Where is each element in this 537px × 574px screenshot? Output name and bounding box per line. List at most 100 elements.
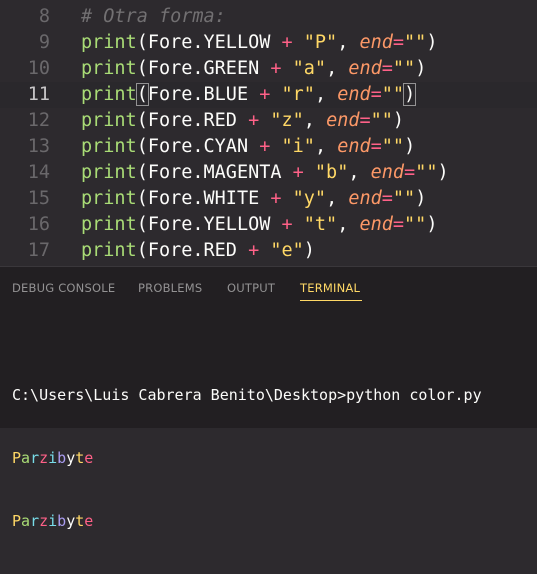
code-line[interactable]: 11 print(Fore.BLUE + "r", end="") (0, 82, 537, 108)
output-char: e (84, 512, 94, 530)
code-token: + (248, 110, 260, 131)
code-token: "i" (270, 136, 315, 157)
code-token: , (326, 58, 349, 79)
code-token: = (359, 110, 371, 131)
code-token: + (292, 162, 304, 183)
code-token: "b" (303, 162, 349, 183)
code-token: "" (381, 136, 405, 157)
code-token: "z" (259, 110, 304, 131)
output-char: a (21, 512, 31, 530)
output-char: a (21, 449, 31, 467)
terminal-output-line: Parzibyte (12, 448, 482, 469)
code-token: end (370, 162, 405, 183)
code-line[interactable]: 16 print(Fore.YELLOW + "t", end="") (0, 212, 537, 238)
code-token: (Fore.MAGENTA (136, 162, 293, 183)
code-text: # Otra forma: (81, 4, 226, 30)
line-number: 9 (38, 32, 50, 53)
code-token: print (81, 32, 137, 53)
output-char: b (57, 449, 67, 467)
code-token: , (337, 32, 360, 53)
code-line[interactable]: 9 print(Fore.YELLOW + "P", end="") (0, 30, 537, 56)
code-token: "e" (259, 240, 304, 261)
code-token: , (314, 136, 338, 157)
code-token: "" (392, 58, 416, 79)
code-token: + (248, 240, 260, 261)
line-number: 16 (27, 214, 50, 235)
code-token: "" (415, 162, 438, 183)
code-token: (Fore.YELLOW (136, 32, 282, 53)
line-number: 8 (38, 6, 50, 27)
code-token: "P" (292, 32, 338, 53)
code-token: = (392, 214, 405, 235)
code-token: end (359, 214, 393, 235)
terminal-output-line: Parzibyte (12, 511, 482, 532)
code-token: end (337, 136, 371, 157)
tab-problems[interactable]: PROBLEMS (138, 281, 202, 295)
code-token: end (359, 32, 393, 53)
code-line[interactable]: 14 print(Fore.MAGENTA + "b", end="") (0, 160, 537, 186)
output-char: b (57, 512, 67, 530)
code-token: print (81, 188, 137, 209)
code-token: "" (381, 84, 405, 105)
code-token: "" (370, 110, 393, 131)
code-token: "t" (292, 214, 338, 235)
code-text: print(Fore.CYAN + "i", end="") (81, 134, 415, 160)
output-char: t (75, 512, 85, 530)
code-token: (Fore.WHITE (136, 188, 271, 209)
code-line[interactable]: 17 print(Fore.RED + "e") (0, 238, 537, 264)
line-number: 17 (27, 240, 50, 261)
code-token: end (326, 110, 360, 131)
terminal-prompt-line: C:\Users\Luis Cabrera Benito\Desktop>pyt… (12, 386, 482, 404)
tab-output[interactable]: OUTPUT (227, 281, 275, 295)
output-char: P (12, 449, 22, 467)
code-token: + (270, 58, 282, 79)
panel-tab-bar: DEBUG CONSOLE PROBLEMS OUTPUT TERMINAL (0, 267, 537, 311)
code-token: ) (426, 214, 438, 235)
code-token: print (81, 110, 137, 131)
code-text: print(Fore.YELLOW + "t", end="") (81, 212, 437, 238)
code-token: ) (426, 32, 438, 53)
code-token: + (270, 188, 282, 209)
code-token: # Otra forma: (81, 6, 226, 27)
code-token: , (314, 84, 338, 105)
code-token: (Fore.CYAN (136, 136, 260, 157)
code-token: "r" (270, 84, 315, 105)
code-text: print(Fore.WHITE + "y", end="") (81, 186, 426, 212)
code-line[interactable]: 8 # Otra forma: (0, 4, 537, 30)
bottom-panel: DEBUG CONSOLE PROBLEMS OUTPUT TERMINAL C… (0, 266, 537, 530)
code-token: , (326, 188, 349, 209)
code-editor[interactable]: 8 # Otra forma: 9 print(Fore.YELLOW + "P", … (0, 0, 537, 266)
code-token: ) (437, 162, 449, 183)
output-char: r (30, 512, 40, 530)
code-line[interactable]: 12 print(Fore.RED + "z", end="") (0, 108, 537, 134)
tab-terminal[interactable]: TERMINAL (300, 281, 360, 295)
line-number: 12 (27, 110, 50, 131)
output-char: z (39, 512, 49, 530)
code-token: ) (404, 136, 416, 157)
code-token: + (281, 32, 293, 53)
code-line[interactable]: 10 print(Fore.GREEN + "a", end="") (0, 56, 537, 82)
code-token: print (81, 162, 137, 183)
code-token: ) (415, 188, 427, 209)
code-line[interactable]: 15 print(Fore.WHITE + "y", end="") (0, 186, 537, 212)
output-char: e (84, 449, 94, 467)
code-token: (Fore.RED (136, 110, 249, 131)
code-token: ) (303, 240, 315, 261)
code-line[interactable]: 13 print(Fore.CYAN + "i", end="") (0, 134, 537, 160)
code-token: ( (135, 83, 149, 106)
output-char: y (66, 512, 76, 530)
code-token: print (81, 136, 137, 157)
code-token: , (337, 214, 360, 235)
line-number: 10 (27, 58, 50, 79)
tab-debug-console[interactable]: DEBUG CONSOLE (12, 281, 115, 295)
output-char: y (66, 449, 76, 467)
code-token: (Fore.YELLOW (136, 214, 282, 235)
code-token: Fore.BLUE (147, 84, 260, 105)
output-char: P (12, 512, 22, 530)
code-token: = (404, 162, 416, 183)
code-text: print(Fore.RED + "e") (81, 238, 315, 264)
code-text: print(Fore.YELLOW + "P", end="") (81, 30, 437, 56)
code-token: end (348, 188, 382, 209)
terminal-output[interactable]: C:\Users\Luis Cabrera Benito\Desktop>pyt… (12, 343, 482, 574)
output-char: t (75, 449, 85, 467)
